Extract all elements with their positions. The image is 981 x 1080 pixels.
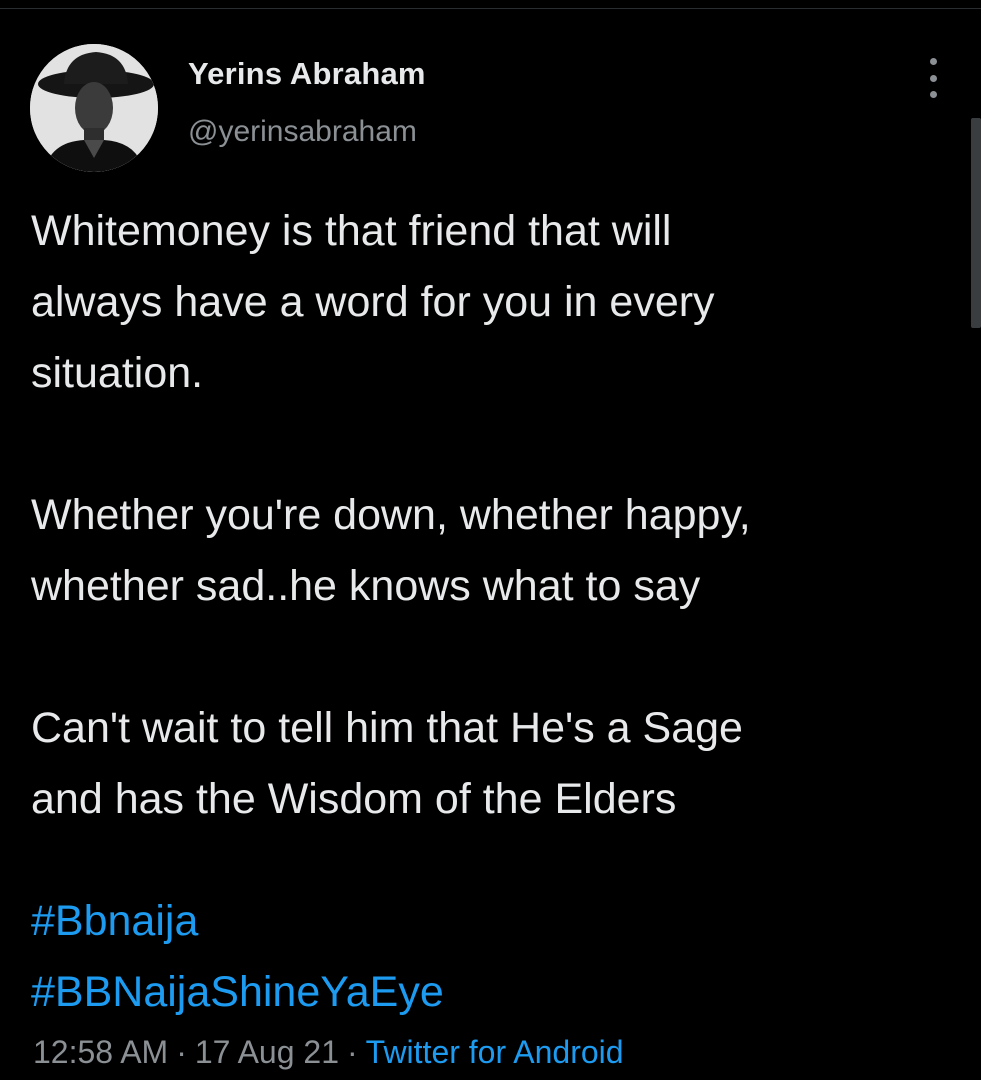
tweet-meta: 12:58 AM · 17 Aug 21 · Twitter for Android: [33, 1034, 624, 1071]
meta-separator: ·: [176, 1034, 187, 1070]
author-handle[interactable]: @yerinsabraham: [188, 115, 417, 149]
tweet-line: and has the Wisdom of the Elders: [31, 775, 677, 823]
more-vertical-icon[interactable]: [918, 58, 948, 98]
tweet-line: Can't wait to tell him that He's a Sage: [31, 704, 743, 752]
more-dot: [929, 58, 937, 65]
tweet-text: Whitemoney is that friend that will alwa…: [31, 196, 966, 906]
tweet-line: Whitemoney is that friend that will: [31, 207, 672, 255]
avatar[interactable]: [30, 44, 158, 172]
hashtag-link[interactable]: #BBNaijaShineYaEye: [31, 957, 444, 1028]
scrollbar[interactable]: [971, 118, 981, 328]
tweet-time[interactable]: 12:58 AM: [33, 1034, 168, 1070]
tweet-line: Whether you're down, whether happy,: [31, 491, 751, 539]
author-display-name[interactable]: Yerins Abraham: [188, 56, 426, 92]
tweet-line: situation.: [31, 349, 204, 397]
tweet-paragraph: Can't wait to tell him that He's a Sage …: [31, 693, 966, 835]
tweet-line: always have a word for you in every: [31, 278, 715, 326]
more-dot: [929, 74, 937, 82]
tweet-paragraph: Whitemoney is that friend that will alwa…: [31, 196, 966, 409]
tweet-line: whether sad..he knows what to say: [31, 562, 701, 610]
tweet-date[interactable]: 17 Aug 21: [195, 1034, 339, 1070]
meta-separator: ·: [347, 1034, 358, 1070]
tweet-paragraph: Whether you're down, whether happy, whet…: [31, 480, 966, 622]
tweet-source-link[interactable]: Twitter for Android: [366, 1034, 624, 1070]
more-dot: [929, 91, 937, 98]
hashtag-list: #Bbnaija #BBNaijaShineYaEye: [31, 886, 444, 1028]
top-divider: [0, 8, 981, 9]
profile-photo-icon: [30, 44, 158, 172]
hashtag-link[interactable]: #Bbnaija: [31, 886, 444, 957]
